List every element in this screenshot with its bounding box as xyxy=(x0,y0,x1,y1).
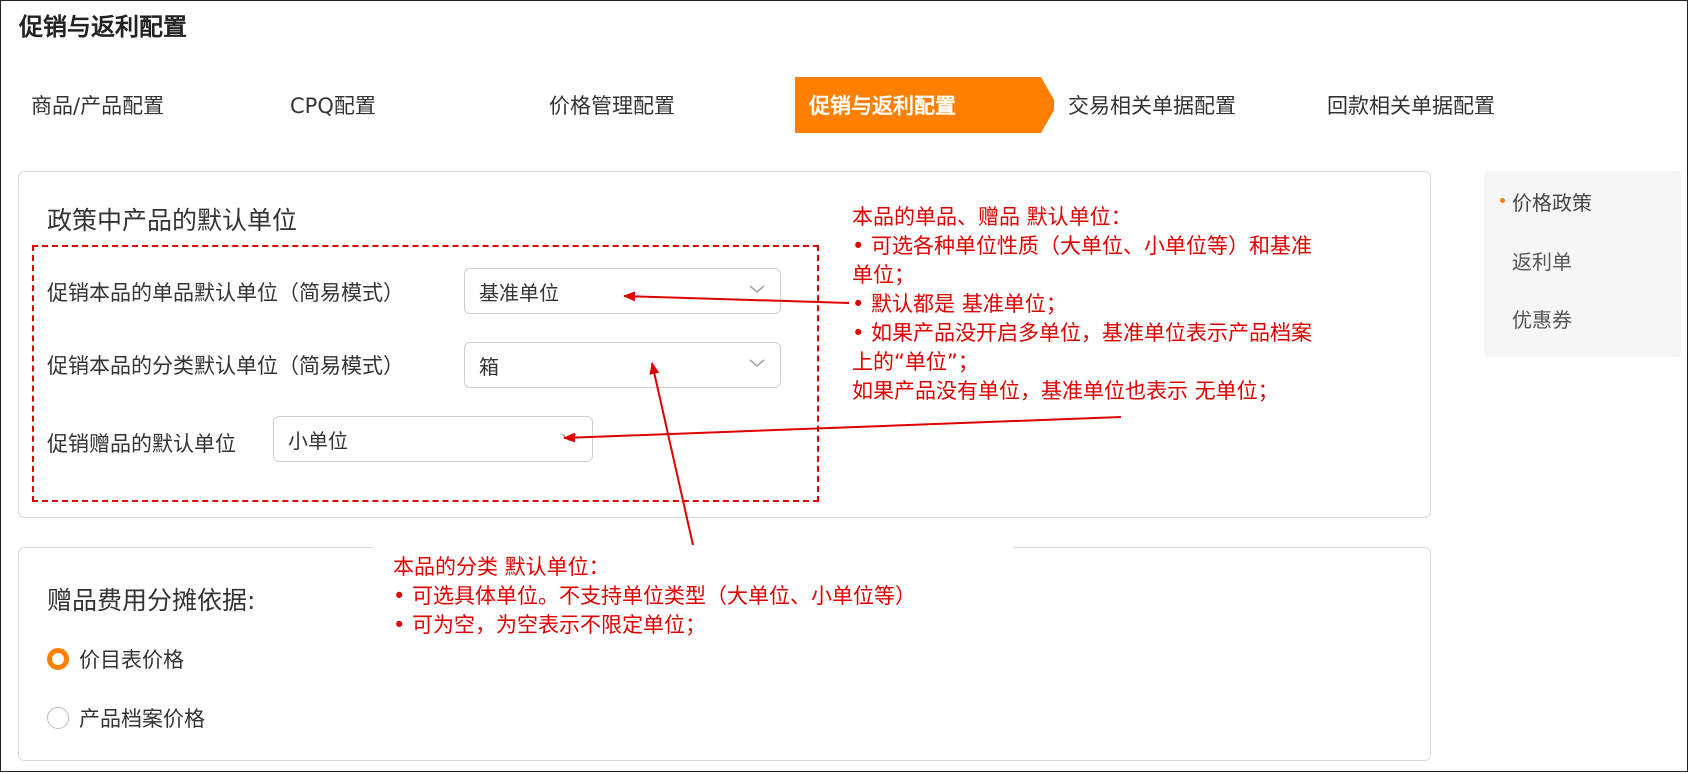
page-title: 促销与返利配置 xyxy=(19,13,187,41)
active-dot-icon xyxy=(1500,198,1505,203)
step-tab-label: 回款相关单据配置 xyxy=(1327,94,1495,118)
step-tab-cpq[interactable]: CPQ配置 xyxy=(276,77,538,133)
gift-unit-select[interactable]: 小单位 xyxy=(273,416,593,462)
step-tab-trade[interactable]: 交易相关单据配置 xyxy=(1054,77,1316,133)
field-label-single-unit: 促销本品的单品默认单位（简易模式） xyxy=(47,281,404,305)
step-tab-label: 促销与返利配置 xyxy=(809,94,956,118)
annotation-line: 本品的分类 默认单位： xyxy=(393,555,610,579)
gift-cost-title: 赠品费用分摊依据: xyxy=(47,586,256,615)
annotation-line: • 默认都是 基准单位； xyxy=(852,292,1067,316)
step-tab-label: 价格管理配置 xyxy=(549,94,675,118)
chevron-down-icon xyxy=(561,433,577,442)
radio-selected-icon xyxy=(47,648,69,670)
step-tabs: 商品/产品配置 CPQ配置 价格管理配置 促销与返利配置 交易相关单据配置 回款… xyxy=(17,77,1677,133)
step-tab-promotion[interactable]: 促销与返利配置 xyxy=(795,77,1057,133)
field-label-gift-unit: 促销赠品的默认单位 xyxy=(47,432,236,456)
step-tab-label: 交易相关单据配置 xyxy=(1068,94,1236,118)
annotation-line: 单位； xyxy=(852,263,915,287)
annotation-line: 本品的单品、赠品 默认单位： xyxy=(852,205,1132,229)
category-unit-select[interactable]: 箱 xyxy=(464,342,781,388)
annotation-line: 上的“单位”； xyxy=(852,350,979,374)
side-nav-item-coupon[interactable]: 优惠券 xyxy=(1512,304,1572,333)
annotation-line: • 可为空，为空表示不限定单位； xyxy=(393,613,707,637)
annotation-line: 如果产品没有单位，基准单位也表示 无单位； xyxy=(852,379,1279,403)
annotation-line: • 可选各种单位性质（大单位、小单位等）和基准 xyxy=(852,234,1313,258)
app-frame: 促销与返利配置 商品/产品配置 CPQ配置 价格管理配置 促销与返利配置 交易相… xyxy=(0,0,1688,772)
side-nav: 价格政策 返利单 优惠券 xyxy=(1484,171,1681,357)
side-nav-label: 返利单 xyxy=(1512,250,1572,274)
annotation-bottom: 本品的分类 默认单位： • 可选具体单位。不支持单位类型（大单位、小单位等） •… xyxy=(393,553,916,640)
single-unit-select[interactable]: 基准单位 xyxy=(464,268,781,314)
radio-label: 产品档案价格 xyxy=(79,707,205,731)
step-tab-label: CPQ配置 xyxy=(290,94,376,118)
annotation-line: • 如果产品没开启多单位，基准单位表示产品档案 xyxy=(852,321,1313,345)
annotation-right: 本品的单品、赠品 默认单位： • 可选各种单位性质（大单位、小单位等）和基准 单… xyxy=(852,203,1312,406)
radio-product-price[interactable]: 产品档案价格 xyxy=(47,703,205,733)
field-label-category-unit: 促销本品的分类默认单位（简易模式） xyxy=(47,354,404,378)
side-nav-label: 优惠券 xyxy=(1512,308,1572,332)
radio-label: 价目表价格 xyxy=(79,648,184,672)
annotation-line: • 可选具体单位。不支持单位类型（大单位、小单位等） xyxy=(393,584,917,608)
step-tab-product[interactable]: 商品/产品配置 xyxy=(17,77,279,133)
select-value: 基准单位 xyxy=(479,280,559,305)
side-nav-item-rebate[interactable]: 返利单 xyxy=(1512,246,1572,275)
radio-unselected-icon xyxy=(47,707,69,729)
chevron-down-icon xyxy=(749,285,765,294)
select-value: 小单位 xyxy=(288,428,348,453)
step-tab-payment[interactable]: 回款相关单据配置 xyxy=(1313,77,1575,133)
select-value: 箱 xyxy=(479,354,499,379)
side-nav-label: 价格政策 xyxy=(1512,191,1592,215)
chevron-down-icon xyxy=(749,359,765,368)
radio-price-list[interactable]: 价目表价格 xyxy=(47,644,184,674)
side-nav-item-price-policy[interactable]: 价格政策 xyxy=(1500,187,1592,216)
default-units-title: 政策中产品的默认单位 xyxy=(47,206,298,235)
step-tab-price[interactable]: 价格管理配置 xyxy=(535,77,797,133)
step-tab-label: 商品/产品配置 xyxy=(31,94,165,118)
